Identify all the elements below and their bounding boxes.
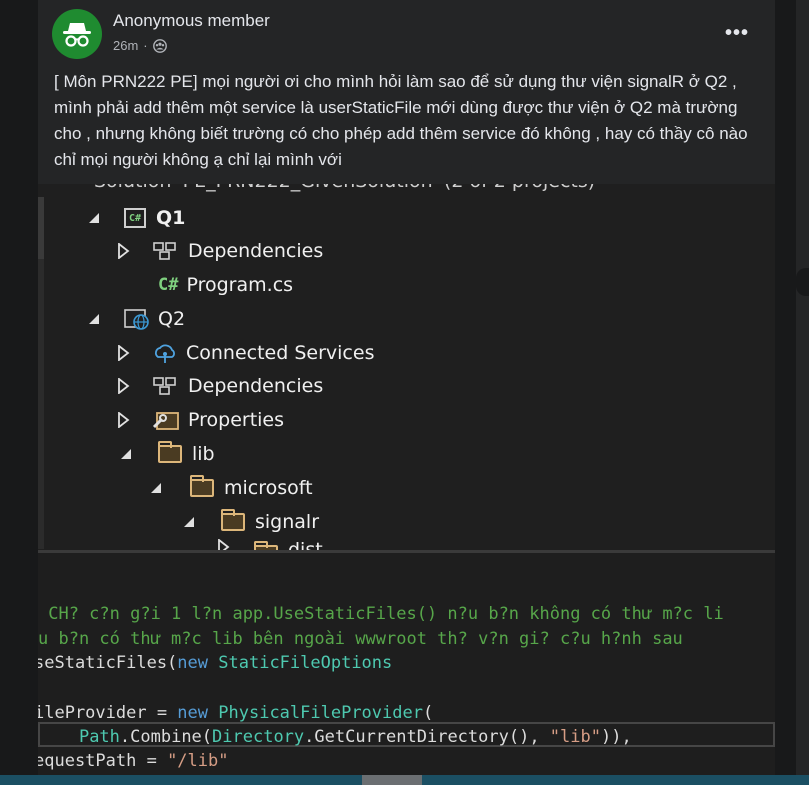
code-line-1: CH? c?n g?i 1 l?n app.UseStaticFiles() n… [38,604,724,624]
post-card: Solution 'PE_PRN222_GivenSolution' (2 of… [38,0,775,785]
tree-item-q1[interactable]: C# Q1 [88,203,185,233]
folder-icon [221,509,245,531]
code-line-6: equestPath = "/lib" [38,751,229,771]
collapsed-arrow-icon [118,378,130,394]
tree-item-label: Connected Services [186,342,375,364]
tree-item-label: lib [192,443,215,465]
tree-item-label: Program.cs [186,274,294,296]
tree-item-properties[interactable]: Properties [118,405,284,435]
members-icon [152,38,167,53]
post-meta: 26m · [113,38,167,53]
horizontal-scrollbar[interactable] [0,775,809,785]
meta-separator: · [143,38,148,53]
tree-item-label: Dependencies [188,240,324,262]
tree-item-q1-dependencies[interactable]: Dependencies [118,236,323,266]
expanded-arrow-icon [151,483,161,493]
code-line-3: seStaticFiles(new StaticFileOptions [38,653,393,673]
tree-item-signalr[interactable]: signalr [183,507,319,537]
web-project-icon [124,309,149,330]
tree-item-label: Q2 [158,308,186,330]
folder-icon [190,475,214,497]
collapsed-arrow-icon [118,243,130,259]
dependencies-icon [153,377,176,395]
collapsed-arrow-icon [118,412,130,428]
tree-item-label: Q1 [156,207,186,229]
tree-item-program-cs[interactable]: C# Program.cs [158,270,293,300]
code-line-5: Path.Combine(Directory.GetCurrentDirecto… [78,727,632,747]
post-header: Anonymous member 26m · ••• [ Môn PRN222 … [38,0,775,184]
code-editor-image: CH? c?n g?i 1 l?n app.UseStaticFiles() n… [38,553,775,785]
anonymous-avatar[interactable] [52,9,102,59]
tree-item-label: signalr [255,511,320,533]
properties-icon [152,412,179,430]
explorer-gutter [38,259,44,549]
explorer-scroll-marker [38,197,44,259]
connected-services-icon [155,344,175,363]
expanded-arrow-icon [89,314,99,324]
collapsed-arrow-icon [118,345,130,361]
more-options-button[interactable]: ••• [725,22,749,45]
incognito-icon [63,23,91,47]
tree-item-label: microsoft [224,477,313,499]
tree-item-q2-dependencies[interactable]: Dependencies [118,371,323,401]
tree-item-microsoft[interactable]: microsoft [150,473,313,503]
expanded-arrow-icon [121,449,131,459]
post-time[interactable]: 26m [113,38,138,53]
csharp-file-icon: C# [158,275,179,295]
solution-explorer-image: Solution 'PE_PRN222_GivenSolution' (2 of… [38,160,775,552]
expanded-arrow-icon [184,517,194,527]
page-background-left [0,0,38,785]
folder-icon [158,441,182,463]
tree-item-connected-services[interactable]: Connected Services [118,338,374,368]
tree-item-lib[interactable]: lib [120,439,215,469]
post-text: [ Môn PRN222 PE] mọi người ơi cho mình h… [54,72,748,169]
csharp-project-icon: C# [124,208,146,228]
scrollbar-thumb[interactable] [362,775,422,785]
tree-item-label: Dependencies [188,375,324,397]
author-name[interactable]: Anonymous member [113,11,270,31]
code-line-2: u b?n có thư m?c lib bên ngoài wwwroot t… [38,629,683,649]
tree-item-label: Properties [188,409,285,431]
tree-item-q2[interactable]: Q2 [88,304,185,334]
adjacent-card-edge [796,0,809,785]
dependencies-icon [153,242,176,260]
expanded-arrow-icon [89,213,99,223]
